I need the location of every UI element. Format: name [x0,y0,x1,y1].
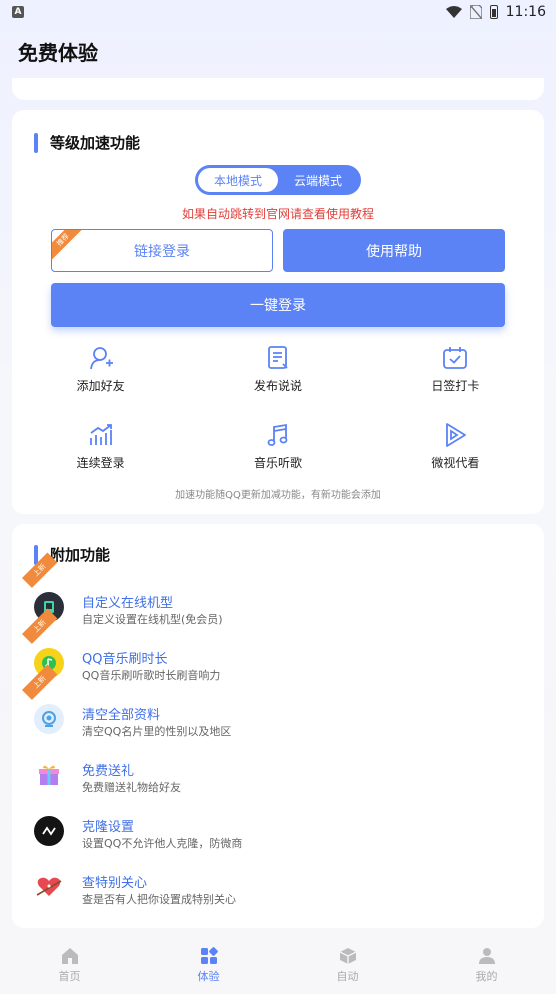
feature-label: 音乐听歌 [253,456,302,470]
one-click-login-button[interactable]: 一键登录 [51,283,505,327]
profile-icon [478,947,495,964]
link-login-label: 链接登录 [134,243,190,260]
feature-continuous-login[interactable]: 连续登录 [12,422,189,471]
help-button[interactable]: 使用帮助 [283,229,505,272]
nav-experience[interactable]: 体验 [139,936,278,994]
list-item-free-gift[interactable]: 免费送礼 免费赠送礼物给好友 [12,748,544,804]
feature-label: 微视代看 [431,456,480,470]
list-item-title: 清空全部资料 [82,708,161,723]
list-item-desc: 自定义设置在线机型(免会员) [82,613,223,626]
nav-label: 我的 [475,969,498,983]
link-login-button[interactable]: 推荐 链接登录 [51,229,273,272]
clear-profile-icon [34,704,64,734]
mode-toggle[interactable]: 本地模式 云端模式 [195,165,361,195]
list-item-clear-profile[interactable]: 上新 清空全部资料 清空QQ名片里的性别以及地区 [12,664,544,748]
speed-section-title-text: 等级加速功能 [50,134,141,152]
feature-label: 添加好友 [76,379,125,393]
nav-label: 自动 [336,969,359,983]
list-item-title: QQ音乐刷时长 [82,652,168,667]
speed-footnote: 加速功能随QQ更新加减功能，有新功能会添加 [175,490,381,501]
list-item-title: 查特别关心 [82,876,148,891]
mode-local[interactable]: 本地模式 [198,168,278,192]
list-item-desc: 设置QQ不允许他人克隆，防微商 [82,837,243,850]
feature-add-friend[interactable]: 添加好友 [12,345,189,394]
nav-label: 体验 [197,969,220,983]
feature-daily-checkin[interactable]: 日签打卡 [367,345,544,394]
feature-grid: 添加好友 发布说说 日签打卡 连续登录 音乐听歌 微视代看 [12,345,544,471]
list-item-title: 自定义在线机型 [82,596,174,611]
mode-cloud[interactable]: 云端模式 [278,168,358,192]
top-card-stub [12,78,544,100]
extra-features-card: 附加功能 上新 自定义在线机型 自定义设置在线机型(免会员) 上新 QQ音乐刷时… [12,524,544,928]
notification-a-icon: A [12,6,24,18]
recommend-badge: 推荐 [52,230,85,262]
auto-icon [339,947,356,964]
continuous-login-icon [89,424,112,445]
battery-icon [489,5,498,19]
gift-icon [34,760,64,790]
music-icon [267,423,288,446]
speed-section-title: 等级加速功能 [34,132,140,153]
redirect-notice: 如果自动跳转到官网请查看使用教程 [181,207,374,221]
video-play-icon [446,423,467,447]
list-item-special-care[interactable]: 查特别关心 查是否有人把你设置成特别关心 [12,860,544,916]
feature-music[interactable]: 音乐听歌 [189,422,366,471]
no-sim-icon [469,5,482,19]
list-item-desc: 清空QQ名片里的性别以及地区 [82,725,232,738]
nav-auto[interactable]: 自动 [278,936,417,994]
post-status-icon [268,346,288,369]
list-item-title: 免费送礼 [82,764,135,779]
list-item-desc: QQ音乐刷听歌时长刷音响力 [82,669,221,682]
extra-section-title-text: 附加功能 [50,546,111,564]
heart-icon [34,872,64,902]
feature-video-watch[interactable]: 微视代看 [367,422,544,471]
page-title: 免费体验 [18,41,98,65]
daily-checkin-icon [443,347,468,369]
clock: 11:16 [505,4,546,20]
feature-label: 连续登录 [76,456,125,470]
list-item-desc: 查是否有人把你设置成特别关心 [82,893,236,906]
nav-label: 首页 [58,969,81,983]
feature-label: 发布说说 [253,379,302,393]
wifi-icon [445,6,462,18]
list-item-clone-settings[interactable]: 克隆设置 设置QQ不允许他人克隆，防微商 [12,804,544,860]
status-bar: A 11:16 [0,0,556,26]
nav-home[interactable]: 首页 [0,936,139,994]
list-item-title: 克隆设置 [82,820,135,835]
list-item-qq-music[interactable]: 上新 QQ音乐刷时长 QQ音乐刷听歌时长刷音响力 [12,608,544,692]
clone-icon [34,816,64,846]
speed-features-card: 等级加速功能 本地模式 云端模式 如果自动跳转到官网请查看使用教程 推荐 链接登… [12,110,544,514]
nav-profile[interactable]: 我的 [417,936,556,994]
title-accent-bar [34,132,38,153]
list-item-desc: 免费赠送礼物给好友 [82,781,181,794]
feature-label: 日签打卡 [431,379,480,393]
list-item-device-model[interactable]: 上新 自定义在线机型 自定义设置在线机型(免会员) [12,552,544,636]
add-friend-icon [89,347,113,370]
feature-post-status[interactable]: 发布说说 [189,345,366,394]
experience-icon [200,946,218,964]
bottom-nav: 首页 体验 自动 我的 [0,936,556,994]
home-icon [61,947,78,964]
